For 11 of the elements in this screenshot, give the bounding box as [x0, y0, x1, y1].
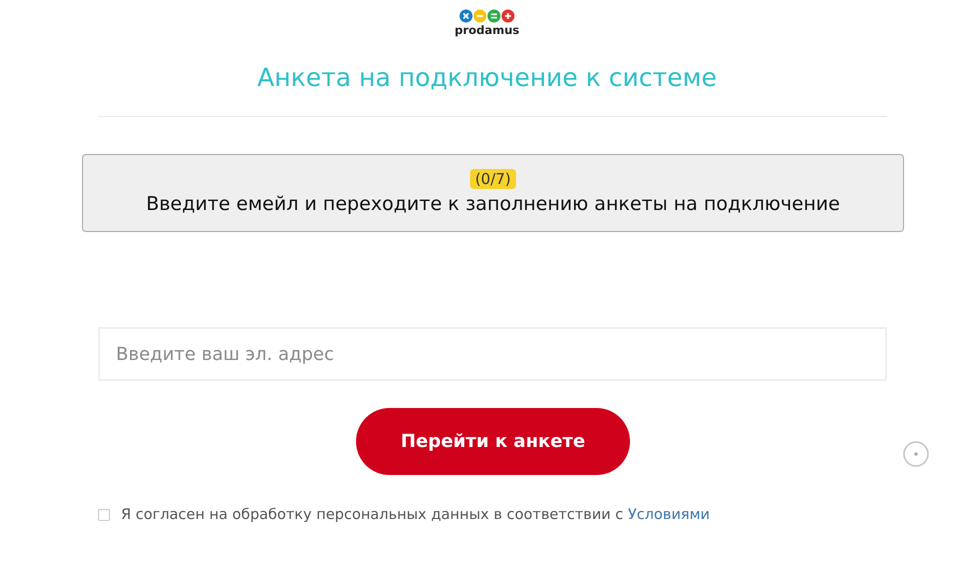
progress-badge: (0/7) [470, 169, 516, 189]
logo-icon [459, 9, 515, 23]
terms-link[interactable]: Условиями [628, 507, 710, 523]
notice-text: Введите емейл и переходите к заполнению анкеты на подключение [146, 192, 840, 217]
logo-text: prodamus [454, 23, 520, 37]
consent-checkbox[interactable] [98, 509, 110, 521]
email-field[interactable]: Введите ваш эл. адрес [98, 327, 887, 381]
circle-dot-icon[interactable] [903, 441, 929, 467]
page-title: Анкета на подключение к системе [256, 62, 718, 94]
consent-text: Я согласен на обработку персональных данных в соответствии с Условиями [121, 507, 710, 523]
submit-button[interactable]: Перейти к анкете [356, 408, 630, 475]
